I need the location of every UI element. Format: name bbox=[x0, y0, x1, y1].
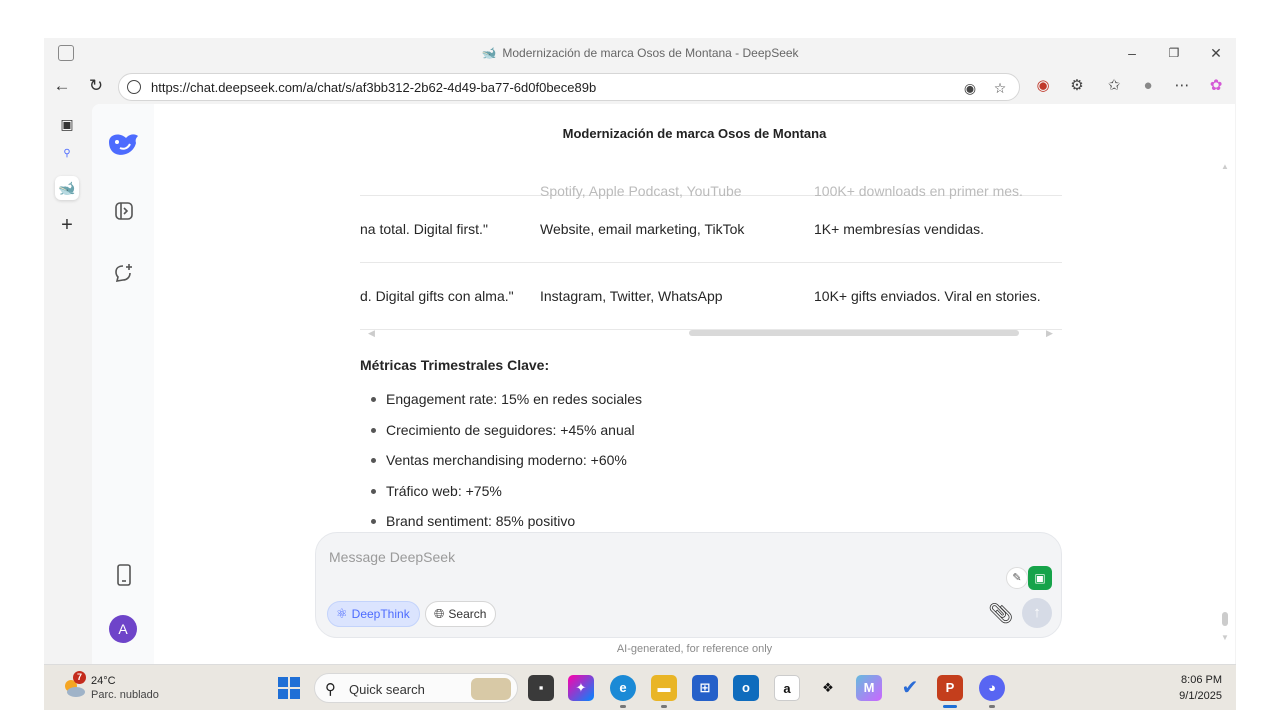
attach-file-icon[interactable]: 📎︎ bbox=[988, 601, 1013, 626]
table-horizontal-scrollbar[interactable]: ◀ ▶ bbox=[360, 326, 1062, 340]
microsoft-365-icon[interactable]: M bbox=[856, 675, 882, 701]
address-bar[interactable]: https://chat.deepseek.com/a/chat/s/af3bb… bbox=[118, 73, 1020, 101]
search-icon[interactable]: ⚲ bbox=[55, 142, 79, 166]
weather-notification-badge: 7 bbox=[73, 671, 86, 684]
dropbox-icon[interactable]: ❖ bbox=[815, 675, 841, 701]
favorite-star-icon[interactable]: ☆ bbox=[991, 79, 1009, 97]
copilot-app-icon[interactable]: ✦ bbox=[568, 675, 594, 701]
list-item: Ventas merchandising moderno: +60% bbox=[370, 450, 642, 481]
clock-time: 8:06 PM bbox=[1181, 674, 1222, 686]
extension-icon[interactable]: ◉ bbox=[1033, 76, 1053, 96]
list-item: Brand sentiment: 85% positivo bbox=[370, 511, 642, 530]
task-view-icon[interactable]: ▪ bbox=[528, 675, 554, 701]
tab-center-icon[interactable]: ▣ bbox=[55, 112, 79, 136]
send-button[interactable]: ↑ bbox=[1022, 598, 1052, 628]
temperature: 24°C bbox=[91, 675, 116, 687]
search-highlight-image bbox=[471, 678, 511, 700]
table-cell: d. Digital gifts con alma." bbox=[360, 288, 514, 304]
title-bar: 🐋 Modernización de marca Osos de Montana … bbox=[44, 38, 1236, 68]
taskbar-search[interactable]: ⚲ Quick search bbox=[314, 673, 518, 703]
page-vertical-scrollbar[interactable]: ▲ ▼ bbox=[1221, 162, 1229, 642]
discord-icon[interactable]: ◕ bbox=[979, 675, 1005, 708]
deepseek-tab-icon[interactable]: 🐋 bbox=[55, 176, 79, 200]
window-title-text: Modernización de marca Osos de Montana -… bbox=[502, 46, 799, 60]
atom-icon: ⚛ bbox=[336, 606, 348, 621]
edge-sidebar: ▣ ⚲ 🐋 + bbox=[44, 104, 90, 664]
extensions-puzzle-icon[interactable]: ⚙ bbox=[1067, 76, 1087, 96]
scroll-right-arrow-icon[interactable]: ▶ bbox=[1046, 328, 1053, 339]
windows-start-icon[interactable] bbox=[278, 677, 300, 699]
table-row: d. Digital gifts con alma." Instagram, T… bbox=[360, 263, 1062, 330]
taskbar-search-label: Quick search bbox=[349, 682, 425, 697]
user-avatar[interactable]: A bbox=[109, 615, 137, 643]
window-title: 🐋 Modernización de marca Osos de Montana … bbox=[44, 46, 1236, 60]
add-tab-icon[interactable]: + bbox=[55, 213, 79, 237]
weather-condition: Parc. nublado bbox=[91, 689, 159, 701]
table-cell: na total. Digital first." bbox=[360, 221, 488, 237]
new-chat-icon[interactable] bbox=[113, 262, 135, 284]
scroll-left-arrow-icon[interactable]: ◀ bbox=[368, 328, 375, 339]
table-cell: 10K+ gifts enviados. Viral en stories. bbox=[814, 288, 1041, 304]
deepseek-sidebar: A bbox=[92, 104, 154, 664]
refresh-button[interactable]: ↻ bbox=[86, 76, 106, 96]
amazon-icon[interactable]: a bbox=[774, 675, 800, 701]
url-text[interactable]: https://chat.deepseek.com/a/chat/s/af3bb… bbox=[151, 80, 596, 95]
restore-button[interactable]: ❐ bbox=[1164, 44, 1184, 62]
globe-icon: 🌐︎ bbox=[434, 606, 445, 621]
table-row: Spotify, Apple Podcast, YouTube 100K+ do… bbox=[360, 144, 1062, 199]
deepseek-page: A Modernización de marca Osos de Montana… bbox=[92, 104, 1235, 664]
search-label: Search bbox=[448, 607, 487, 621]
system-clock[interactable]: 8:06 PM 9/1/2025 bbox=[1179, 672, 1222, 704]
more-options-icon[interactable]: ⋯ bbox=[1172, 76, 1192, 96]
favorites-icon[interactable]: ✩ bbox=[1104, 76, 1124, 96]
extension-bot-icon[interactable]: ▣ bbox=[1028, 566, 1052, 590]
weather-widget[interactable]: 7 24°C Parc. nublado bbox=[62, 671, 182, 705]
message-input[interactable]: Message DeepSeek bbox=[329, 549, 455, 565]
search-icon: ⚲ bbox=[325, 681, 336, 698]
scrollbar-thumb[interactable] bbox=[689, 330, 1019, 336]
message-composer[interactable]: Message DeepSeek ✎ ▣ ⚛ DeepThink 🌐︎ Search… bbox=[315, 532, 1062, 638]
metrics-heading: Métricas Trimestrales Clave: bbox=[360, 357, 550, 373]
chat-title: Modernización de marca Osos de Montana bbox=[562, 126, 827, 141]
microsoft-store-icon[interactable]: ⊞ bbox=[692, 675, 718, 701]
scroll-up-arrow-icon[interactable]: ▲ bbox=[1221, 162, 1229, 171]
mobile-app-icon[interactable] bbox=[113, 564, 135, 586]
outlook-icon[interactable]: o bbox=[733, 675, 759, 701]
todo-icon[interactable]: ✔ bbox=[897, 675, 923, 701]
edge-app-icon[interactable]: e bbox=[610, 675, 636, 708]
list-item: Tráfico web: +75% bbox=[370, 481, 642, 512]
minimize-button[interactable]: – bbox=[1122, 44, 1142, 62]
message-content: Spotify, Apple Podcast, YouTube 100K+ do… bbox=[360, 144, 1062, 530]
deepthink-toggle[interactable]: ⚛ DeepThink bbox=[327, 601, 420, 627]
back-button[interactable]: ← bbox=[52, 76, 72, 96]
ai-disclaimer: AI-generated, for reference only bbox=[616, 643, 773, 655]
browser-window: 🐋 Modernización de marca Osos de Montana … bbox=[44, 38, 1236, 710]
navigation-bar: ← ↻ https://chat.deepseek.com/a/chat/s/a… bbox=[44, 68, 1236, 104]
tracking-prevention-icon[interactable]: ◉ bbox=[961, 79, 979, 97]
table-cell: 1K+ membresías vendidas. bbox=[814, 221, 985, 237]
table-row: na total. Digital first." Website, email… bbox=[360, 196, 1062, 263]
powerpoint-icon[interactable]: P bbox=[937, 675, 963, 708]
scrollbar-thumb[interactable] bbox=[1222, 612, 1228, 626]
profile-icon[interactable]: ● bbox=[1138, 76, 1158, 96]
deepseek-favicon-icon: 🐋 bbox=[481, 46, 497, 60]
deepseek-logo-icon[interactable] bbox=[106, 130, 140, 158]
search-toggle[interactable]: 🌐︎ Search bbox=[425, 601, 497, 627]
list-item: Engagement rate: 15% en redes sociales bbox=[370, 389, 642, 420]
file-explorer-icon[interactable]: ▬ bbox=[651, 675, 677, 708]
copilot-icon[interactable]: ✿ bbox=[1206, 76, 1226, 96]
site-info-icon[interactable] bbox=[127, 80, 141, 94]
writing-assist-icon[interactable]: ✎ bbox=[1006, 567, 1028, 589]
clock-date: 9/1/2025 bbox=[1179, 690, 1222, 702]
metrics-list: Engagement rate: 15% en redes sociales C… bbox=[370, 389, 642, 530]
windows-taskbar: 7 24°C Parc. nublado ⚲ Quick search ▪ ✦ … bbox=[44, 664, 1236, 710]
scroll-down-arrow-icon[interactable]: ▼ bbox=[1221, 633, 1229, 642]
list-item: Crecimiento de seguidores: +45% anual bbox=[370, 420, 642, 451]
open-sidebar-icon[interactable] bbox=[113, 200, 135, 222]
table-cell: Website, email marketing, TikTok bbox=[540, 221, 745, 237]
deepthink-label: DeepThink bbox=[351, 607, 410, 621]
table-cell: Instagram, Twitter, WhatsApp bbox=[540, 288, 723, 304]
close-window-button[interactable]: ✕ bbox=[1206, 44, 1226, 62]
